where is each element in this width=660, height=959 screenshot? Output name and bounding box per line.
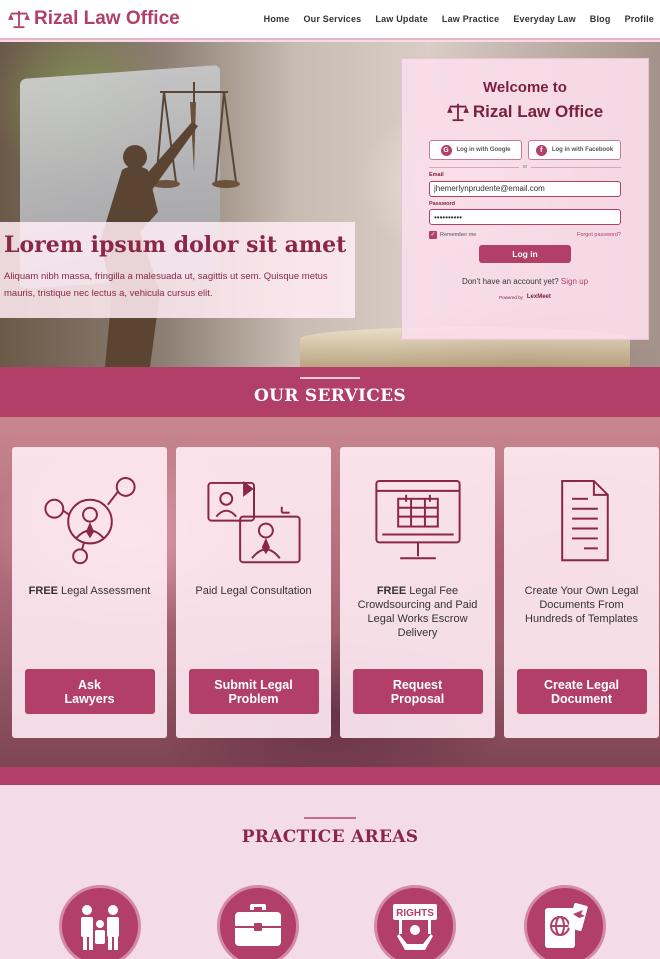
- or-divider: or: [429, 164, 622, 170]
- service-cards: FREE Legal Assessment Ask Lawyers Paid L…: [12, 447, 659, 738]
- family-icon: [81, 905, 119, 950]
- services-heading: OUR SERVICES: [254, 386, 406, 406]
- scales-icon: [8, 10, 30, 29]
- service-card-text: Create Your Own Legal Documents From Hun…: [516, 584, 647, 669]
- service-card-paid-consultation: Paid Legal Consultation Submit Legal Pro…: [176, 447, 331, 738]
- submit-legal-problem-button[interactable]: Submit Legal Problem: [188, 669, 319, 714]
- facebook-icon: f: [535, 144, 547, 156]
- service-card-text: FREE Legal Fee Crowdsourcing and Paid Le…: [352, 584, 483, 669]
- service-description: Create Your Own Legal Documents From Hun…: [524, 585, 639, 626]
- nav-link-blog[interactable]: Blog: [590, 14, 611, 24]
- heading-rule: [304, 817, 356, 819]
- lady-justice-statue-image: [100, 82, 240, 367]
- hero-section: Lorem ipsum dolor sit amet Aliquam nibh …: [0, 42, 660, 367]
- remember-me[interactable]: ✓ Remember me: [429, 231, 476, 239]
- video-consultation-icon: [206, 480, 301, 564]
- remember-label: Remember me: [440, 232, 477, 238]
- google-login-button[interactable]: G Log in with Google: [429, 140, 522, 160]
- request-proposal-button[interactable]: Request Proposal: [352, 669, 483, 714]
- divider-line: [531, 166, 622, 168]
- heading-rule: [300, 377, 360, 379]
- practice-area-family[interactable]: [59, 885, 141, 959]
- practice-area-business[interactable]: [217, 885, 299, 959]
- lexmeet-logo: LexMeet: [526, 294, 551, 300]
- google-icon: G: [440, 144, 452, 156]
- practice-area-immigration[interactable]: [524, 885, 606, 959]
- hero-text: Aliquam nibh massa, fringilla a malesuad…: [4, 271, 328, 299]
- practice-areas-section: PRACTICE AREAS RIGHTS: [0, 785, 660, 959]
- password-field[interactable]: [429, 209, 621, 225]
- services-header: OUR SERVICES: [0, 367, 660, 417]
- scales-icon: [446, 103, 469, 122]
- brand-name: Rizal Law Office: [34, 8, 180, 29]
- document-icon: [560, 479, 609, 562]
- login-brand: Rizal Law Office: [429, 102, 621, 122]
- nav-link-law-update[interactable]: Law Update: [375, 14, 428, 24]
- signup-link[interactable]: Sign up: [561, 277, 588, 286]
- nav-links: Home Our Services Law Update Law Practic…: [264, 14, 654, 24]
- hero-card: Lorem ipsum dolor sit amet Aliquam nibh …: [0, 222, 355, 318]
- password-label: Password: [429, 200, 455, 207]
- create-legal-document-button[interactable]: Create Legal Document: [516, 669, 647, 714]
- or-label: or: [522, 164, 528, 170]
- login-brand-name: Rizal Law Office: [472, 102, 604, 121]
- top-nav: Rizal Law Office Home Our Services Law U…: [0, 0, 660, 40]
- login-button[interactable]: Log in: [479, 245, 571, 263]
- practice-area-rights[interactable]: RIGHTS: [374, 885, 456, 959]
- powered-by-label: Powered by: [499, 294, 523, 300]
- nav-link-our-services[interactable]: Our Services: [303, 14, 361, 24]
- login-options-row: ✓ Remember me Forgot password?: [429, 231, 621, 239]
- forgot-password-link[interactable]: Forgot password?: [577, 232, 621, 238]
- hero-title: Lorem ipsum dolor sit amet: [4, 232, 347, 258]
- free-label: FREE: [376, 585, 407, 598]
- google-login-label: Log in with Google: [456, 147, 511, 153]
- powered-by: Powered by LexMeet: [429, 294, 621, 300]
- service-description: Paid Legal Consultation: [195, 585, 312, 598]
- facebook-login-button[interactable]: f Log in with Facebook: [528, 140, 621, 160]
- service-card-text: Paid Legal Consultation: [195, 584, 311, 669]
- nav-link-home[interactable]: Home: [264, 14, 290, 24]
- computer-calendar-icon: [374, 479, 461, 560]
- ask-lawyers-button[interactable]: Ask Lawyers: [24, 669, 155, 714]
- services-bottom-band: [0, 767, 660, 785]
- login-panel: Welcome to Rizal Law Office G Log in wit…: [401, 58, 649, 340]
- social-logins: G Log in with Google f Log in with Faceb…: [429, 140, 621, 160]
- briefcase-icon: [235, 904, 281, 946]
- no-account-text: Don't have an account yet?: [461, 277, 559, 286]
- email-label: Email: [429, 172, 444, 178]
- passport-icon: [545, 903, 588, 948]
- service-description: Legal Assessment: [58, 585, 151, 598]
- rights-protest-icon: RIGHTS: [393, 904, 437, 950]
- remember-checkbox-icon[interactable]: ✓: [429, 231, 437, 239]
- service-card-crowdsourcing: FREE Legal Fee Crowdsourcing and Paid Le…: [340, 447, 495, 738]
- free-label: FREE: [28, 585, 58, 598]
- brand-logo[interactable]: Rizal Law Office: [8, 8, 180, 30]
- login-welcome: Welcome to: [483, 79, 567, 96]
- practice-area-icons: RIGHTS: [0, 885, 660, 959]
- service-description: Legal Fee Crowdsourcing and Paid Legal W…: [357, 585, 478, 640]
- network-people-icon: [43, 477, 136, 565]
- practice-heading: PRACTICE AREAS: [241, 827, 419, 847]
- nav-link-profile[interactable]: Profile: [625, 14, 654, 24]
- service-card-legal-assessment: FREE Legal Assessment Ask Lawyers: [12, 447, 167, 738]
- facebook-login-label: Log in with Facebook: [551, 147, 614, 153]
- rights-sign-label: RIGHTS: [396, 908, 434, 919]
- nav-link-law-practice[interactable]: Law Practice: [442, 14, 499, 24]
- service-card-text: FREE Legal Assessment: [29, 584, 151, 669]
- email-field[interactable]: [429, 180, 621, 197]
- service-card-create-document: Create Your Own Legal Documents From Hun…: [504, 447, 659, 738]
- signup-row: Don't have an account yet? Sign up: [429, 277, 621, 286]
- divider-line: [429, 166, 519, 168]
- nav-link-everyday-law[interactable]: Everyday Law: [513, 14, 575, 24]
